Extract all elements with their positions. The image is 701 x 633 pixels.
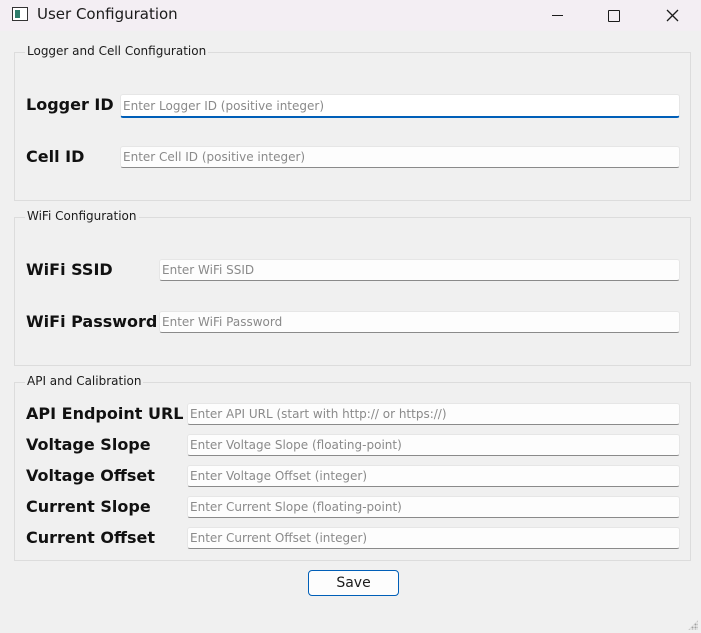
logger-cell-group: Logger and Cell Configuration Logger ID … bbox=[14, 44, 691, 201]
maximize-button[interactable] bbox=[585, 0, 643, 31]
window-title: User Configuration bbox=[37, 5, 178, 23]
wifi-group: WiFi Configuration WiFi SSID WiFi Passwo… bbox=[14, 209, 691, 366]
app-window-icon bbox=[12, 7, 28, 21]
current-offset-label: Current Offset bbox=[26, 528, 155, 547]
wifi-password-input[interactable] bbox=[159, 311, 680, 333]
wifi-password-label: WiFi Password bbox=[26, 312, 158, 331]
save-button[interactable]: Save bbox=[308, 570, 399, 596]
title-bar[interactable]: User Configuration bbox=[0, 0, 701, 31]
voltage-slope-input[interactable] bbox=[187, 434, 680, 456]
wifi-ssid-input[interactable] bbox=[159, 259, 680, 281]
voltage-offset-label: Voltage Offset bbox=[26, 466, 155, 485]
api-calibration-group: API and Calibration API Endpoint URL Vol… bbox=[14, 374, 691, 561]
group-title-wifi: WiFi Configuration bbox=[25, 209, 139, 223]
close-button[interactable] bbox=[643, 0, 701, 31]
maximize-icon bbox=[608, 9, 620, 22]
cell-id-label: Cell ID bbox=[26, 147, 85, 166]
group-title-logger: Logger and Cell Configuration bbox=[25, 44, 209, 58]
close-icon bbox=[666, 9, 678, 22]
minimize-button[interactable] bbox=[528, 0, 586, 31]
voltage-slope-label: Voltage Slope bbox=[26, 435, 151, 454]
voltage-offset-input[interactable] bbox=[187, 465, 680, 487]
cell-id-input[interactable] bbox=[120, 146, 680, 168]
current-slope-input[interactable] bbox=[187, 496, 680, 518]
group-title-api: API and Calibration bbox=[25, 374, 144, 388]
api-url-label: API Endpoint URL bbox=[26, 404, 184, 423]
minimize-icon bbox=[551, 15, 563, 16]
logger-id-label: Logger ID bbox=[26, 95, 114, 114]
api-url-input[interactable] bbox=[187, 403, 680, 425]
current-slope-label: Current Slope bbox=[26, 497, 151, 516]
resize-grip-icon[interactable] bbox=[688, 620, 698, 630]
config-window: User Configuration Logger and Cell Confi… bbox=[0, 0, 701, 633]
current-offset-input[interactable] bbox=[187, 527, 680, 549]
wifi-ssid-label: WiFi SSID bbox=[26, 260, 113, 279]
logger-id-input[interactable] bbox=[120, 94, 680, 118]
